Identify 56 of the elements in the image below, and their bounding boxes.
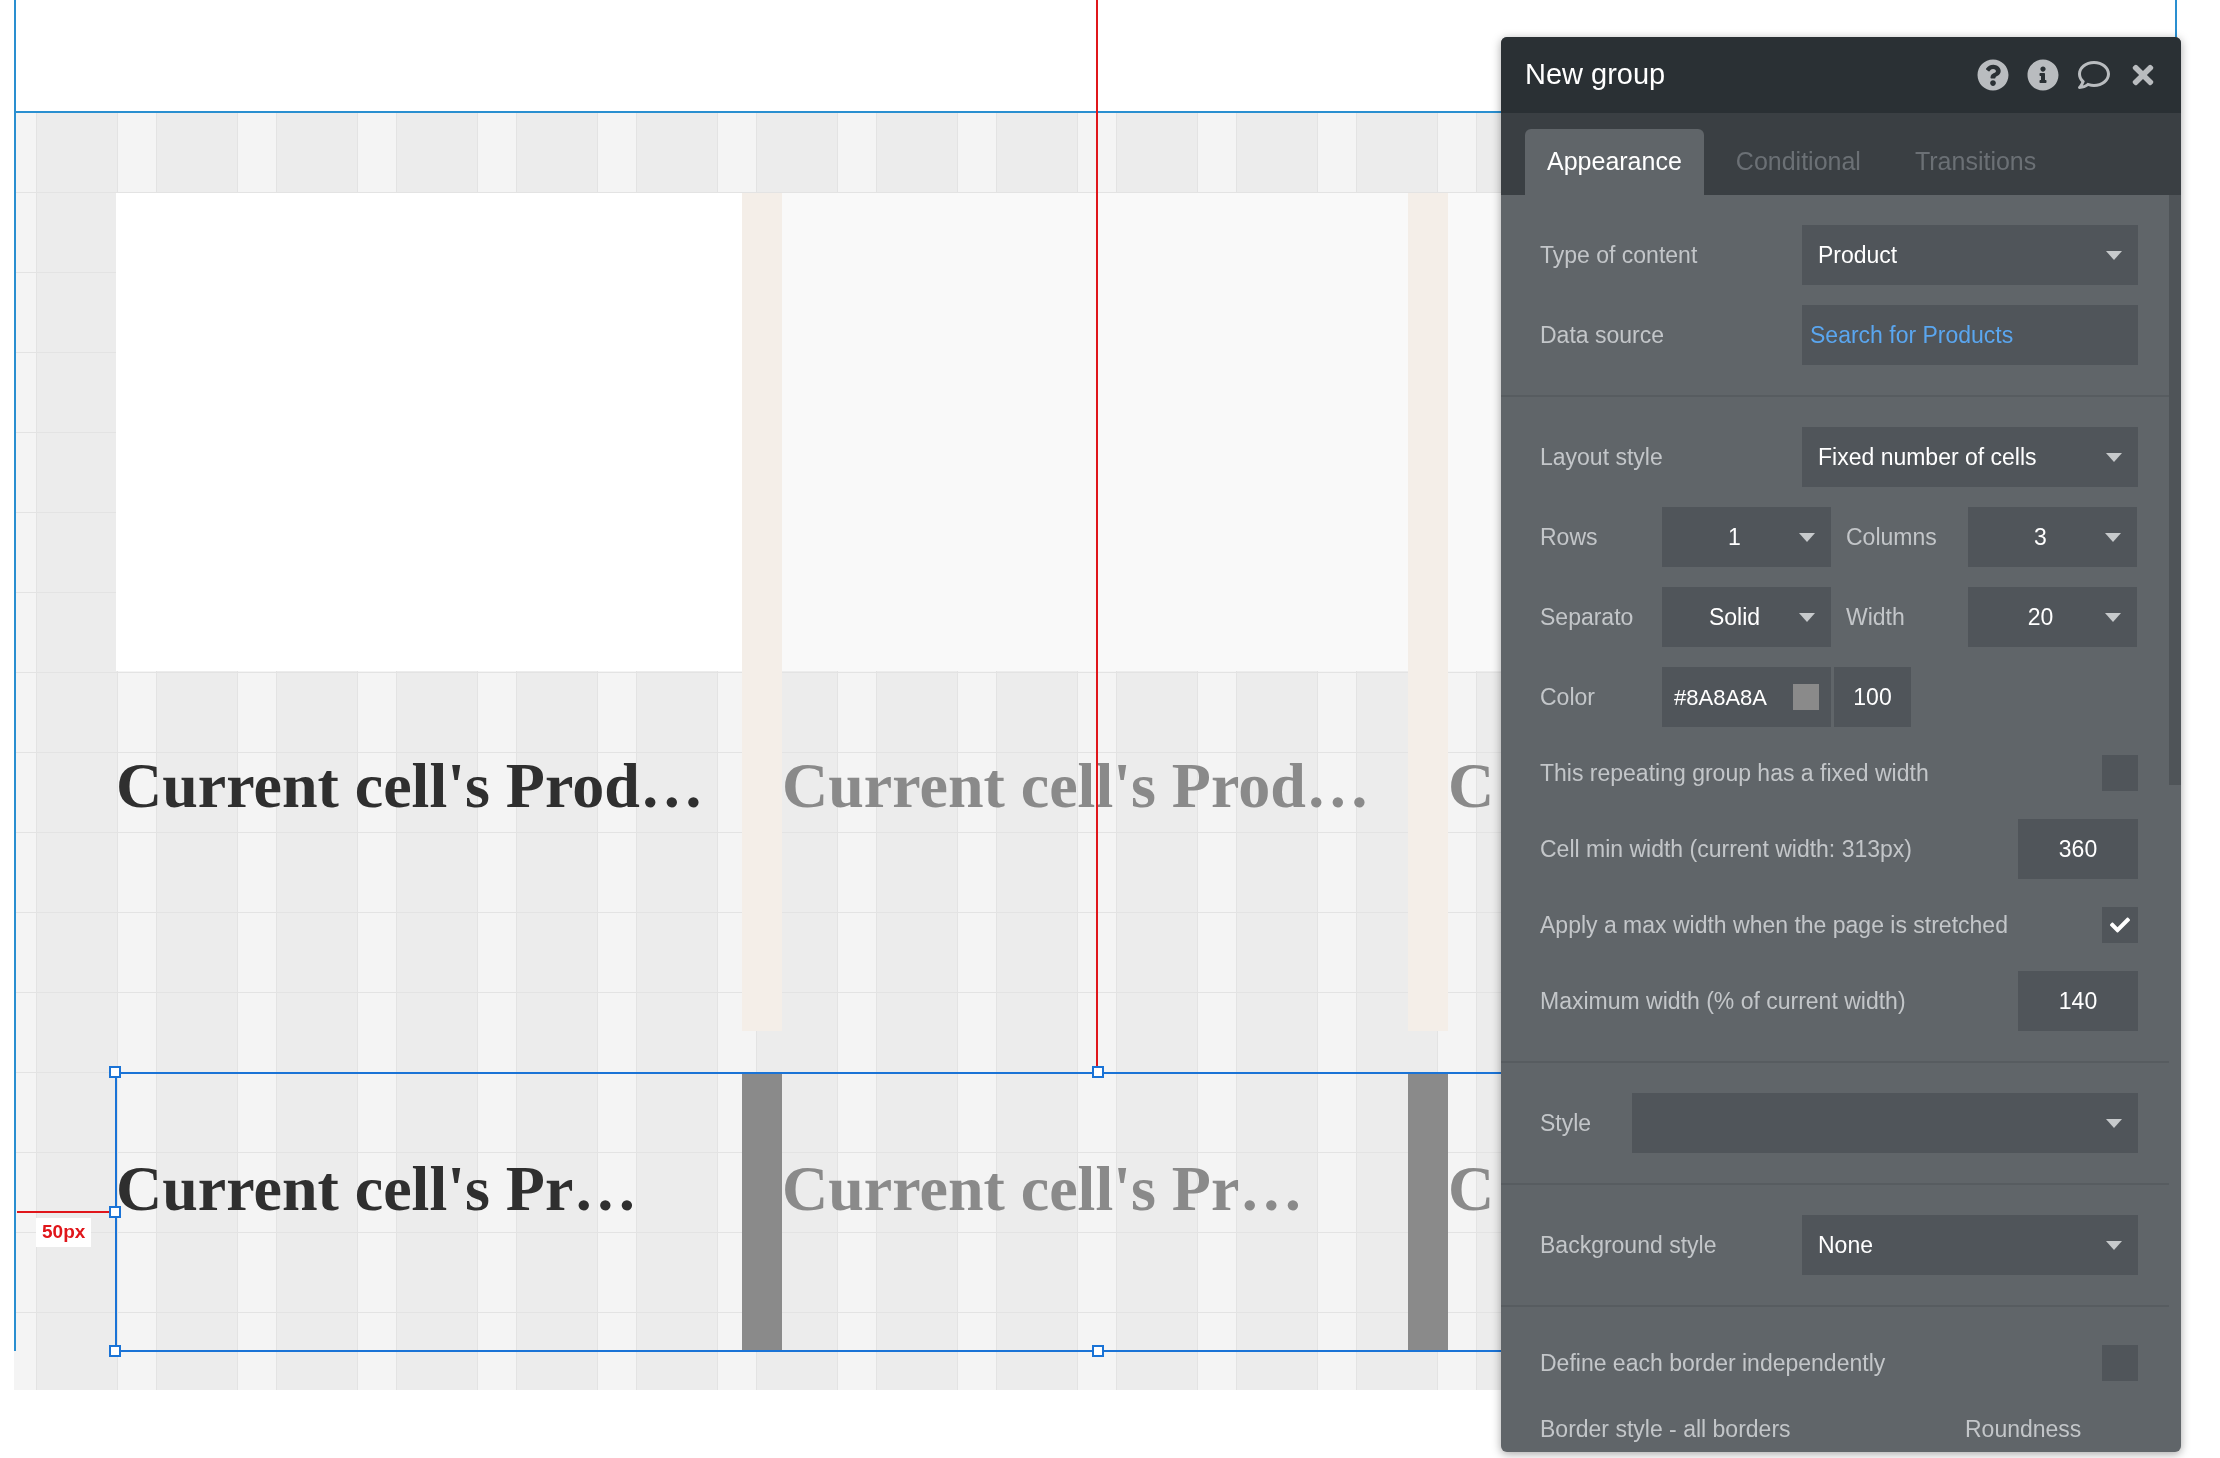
scrollbar[interactable]	[2169, 195, 2181, 785]
caret-icon	[2105, 612, 2121, 622]
field-label: Border style - all borders	[1540, 1414, 1792, 1444]
number-field[interactable]: 360	[2018, 819, 2138, 879]
field-label: Columns	[1846, 522, 1938, 552]
color-field[interactable]: #8A8A8A	[1662, 667, 1831, 727]
resize-handle[interactable]	[109, 1345, 121, 1357]
caret-icon	[2106, 452, 2122, 462]
checkbox[interactable]	[2102, 907, 2138, 943]
caret-icon	[1799, 532, 1815, 542]
product-name-text: C	[1448, 754, 1495, 818]
resize-handle[interactable]	[1092, 1066, 1104, 1078]
resize-handle[interactable]	[109, 1206, 121, 1218]
field-label: Cell min width (current width: 313px)	[1540, 834, 1912, 864]
color-swatch[interactable]	[1793, 684, 1819, 710]
field-label: Data source	[1540, 320, 1664, 350]
checkbox-label: This repeating group has a fixed width	[1540, 758, 1929, 788]
number-field[interactable]: 140	[2018, 971, 2138, 1031]
resize-handle[interactable]	[1092, 1345, 1104, 1357]
opacity-field[interactable]: 100	[1834, 667, 1911, 727]
field-label: Rows	[1540, 522, 1599, 552]
dropdown[interactable]: None	[1802, 1215, 2138, 1275]
dropdown[interactable]: Product	[1802, 225, 2138, 285]
checkbox-label: Apply a max width when the page is stretched	[1540, 910, 2008, 940]
dropdown[interactable]: Fixed number of cells	[1802, 427, 2138, 487]
product-name-text: C	[1448, 1157, 1495, 1221]
product-name-text: Current cell's Pr…	[116, 1157, 638, 1221]
product-name-text: Current cell's Prod…	[116, 754, 704, 818]
field-label: Maximum width (% of current width)	[1540, 986, 1906, 1016]
checkbox-label: Define each border independently	[1540, 1348, 1886, 1378]
comment-icon[interactable]	[2077, 59, 2111, 91]
dropdown[interactable]: 1	[1662, 507, 1831, 567]
caret-icon	[2106, 1240, 2122, 1250]
field-label: Type of content	[1540, 240, 1698, 270]
field-label: Layout style	[1540, 442, 1663, 472]
caret-icon	[2106, 250, 2122, 260]
panel-title: New group	[1525, 57, 1667, 93]
field-label: Width	[1846, 602, 1906, 632]
field-label: Background style	[1540, 1230, 1717, 1260]
field-label: Style	[1540, 1108, 1592, 1138]
field-label: Roundness	[1965, 1414, 2082, 1444]
panel-tab[interactable]: Appearance	[1525, 129, 1704, 195]
caret-icon	[2105, 532, 2121, 542]
caret-icon	[1799, 612, 1815, 622]
field-label: Separato	[1540, 602, 1635, 632]
check-icon	[2110, 915, 2130, 935]
info-icon[interactable]	[2027, 59, 2059, 91]
field-label: Color	[1540, 682, 1596, 712]
dropdown[interactable]: 20	[1968, 587, 2137, 647]
help-icon[interactable]	[1977, 59, 2009, 91]
product-name-text: Current cell's Pr…	[782, 1157, 1304, 1221]
dropdown[interactable]: Solid	[1662, 587, 1831, 647]
distance-label: 50px	[36, 1218, 92, 1247]
resize-handle[interactable]	[109, 1066, 121, 1078]
caret-icon	[2106, 1118, 2122, 1128]
dropdown[interactable]: 3	[1968, 507, 2137, 567]
